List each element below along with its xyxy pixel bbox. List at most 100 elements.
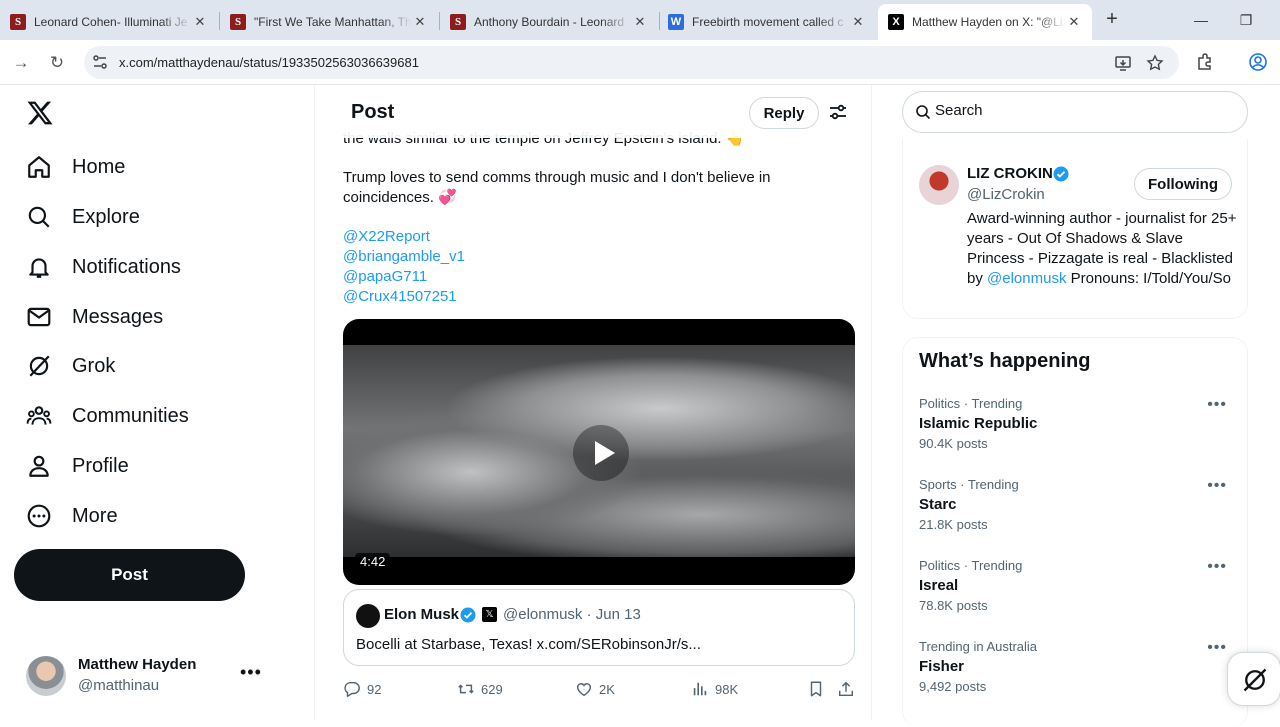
profile-icon[interactable] — [1248, 52, 1268, 72]
bookmark-star-icon[interactable] — [1146, 54, 1164, 72]
communities-icon — [26, 406, 52, 425]
trend-item[interactable]: Trending in Australia Fisher 9,492 posts… — [919, 639, 1235, 703]
tab-close-icon[interactable]: ✕ — [412, 14, 428, 30]
repost-action[interactable]: 629 — [457, 679, 503, 699]
trend-name: Islamic Republic — [919, 415, 1038, 432]
grok-floating-button[interactable] — [1227, 652, 1280, 706]
share-icon — [838, 681, 854, 697]
restore-button[interactable]: ❐ — [1231, 8, 1261, 32]
play-icon[interactable] — [573, 425, 629, 481]
search-input[interactable] — [935, 102, 1225, 119]
trend-posts: 90.4K posts — [919, 436, 988, 451]
nav-profile[interactable]: Profile — [26, 446, 129, 486]
author-profile-card: LIZ CROKIN @LizCrokin Following Award-wi… — [902, 139, 1248, 319]
nav-messages[interactable]: Messages — [26, 297, 163, 337]
profile-handle[interactable]: @LizCrokin — [967, 186, 1045, 203]
avatar — [26, 656, 66, 696]
forward-icon[interactable]: → — [10, 52, 32, 74]
mention-link[interactable]: @briangamble_v1 — [343, 248, 465, 265]
site-favicon-icon: W — [668, 14, 684, 30]
more-dots-icon[interactable]: ••• — [1207, 477, 1227, 495]
quoted-author-name: Elon Musk — [384, 606, 460, 623]
quoted-post-text: Bocelli at Starbase, Texas! x.com/SERobi… — [356, 636, 701, 653]
trend-item[interactable]: Sports · Trending Starc 21.8K posts ••• — [919, 477, 1235, 541]
like-action[interactable]: 2K — [575, 679, 615, 699]
mention-link[interactable]: @X22Report — [343, 228, 430, 245]
nav-more[interactable]: More — [26, 496, 118, 536]
nav-notifications[interactable]: Notifications — [26, 247, 181, 287]
account-switcher[interactable]: Matthew Hayden @matthinau ••• — [26, 656, 266, 696]
site-info-icon[interactable] — [92, 54, 108, 70]
share-action[interactable] — [837, 679, 861, 699]
tab-close-icon[interactable]: ✕ — [632, 14, 648, 30]
page-title: Post — [351, 101, 395, 123]
post-button[interactable]: Post — [14, 549, 245, 601]
verified-badge-icon — [1053, 166, 1069, 182]
right-sidebar: LIZ CROKIN @LizCrokin Following Award-wi… — [872, 85, 1280, 727]
search-icon — [916, 105, 931, 120]
person-icon — [29, 455, 49, 477]
back-arrow-icon[interactable] — [314, 101, 317, 123]
more-dots-icon[interactable]: ••• — [1207, 396, 1227, 414]
address-bar[interactable]: x.com/matthaydenau/status/19335025630366… — [84, 46, 1179, 79]
repost-count: 629 — [481, 681, 503, 697]
trend-posts: 21.8K posts — [919, 517, 988, 532]
nav-label: Profile — [72, 454, 129, 477]
trend-context: Politics · Trending — [919, 558, 1023, 573]
reload-icon[interactable]: ↻ — [46, 52, 68, 74]
tab-close-icon[interactable]: ✕ — [850, 14, 866, 30]
video-duration: 4:42 — [355, 553, 391, 570]
browser-tab-active[interactable]: X Matthew Hayden on X: "@Liz ✕ — [878, 4, 1092, 40]
views-chart-icon — [693, 682, 707, 696]
tab-close-icon[interactable]: ✕ — [192, 14, 208, 30]
browser-tab-3[interactable]: S Anthony Bourdain - Leonard ✕ — [440, 4, 658, 40]
nav-grok[interactable]: Grok — [26, 346, 115, 386]
new-tab-button[interactable]: + — [1100, 8, 1124, 32]
browser-tab-2[interactable]: S "First We Take Manhattan, Th ✕ — [220, 4, 438, 40]
more-circle-icon — [27, 504, 51, 528]
install-app-icon[interactable] — [1114, 54, 1132, 72]
x-logo-icon[interactable] — [26, 99, 54, 127]
mention-link[interactable]: @papaG711 — [343, 268, 427, 285]
tab-close-icon[interactable]: ✕ — [1066, 14, 1082, 30]
search-icon — [28, 206, 50, 228]
extensions-icon[interactable] — [1195, 52, 1215, 72]
nav-explore[interactable]: Explore — [26, 197, 140, 237]
nav-home[interactable]: Home — [26, 147, 125, 187]
site-favicon-icon: S — [230, 14, 246, 30]
trend-item[interactable]: Politics · Trending Islamic Republic 90.… — [919, 396, 1235, 460]
bookmark-action[interactable] — [807, 679, 831, 699]
bio-mention-link[interactable]: @elonmusk — [987, 270, 1066, 287]
more-dots-icon[interactable]: ••• — [1207, 639, 1227, 657]
trend-context: Politics · Trending — [919, 396, 1023, 411]
more-dots-icon[interactable]: ••• — [1207, 558, 1227, 576]
search-box[interactable] — [902, 91, 1248, 133]
views-action[interactable]: 98K — [691, 679, 738, 699]
quoted-post[interactable]: Elon Musk 𝕏 @elonmusk · Jun 13 Bocelli a… — [343, 589, 855, 666]
trend-item[interactable]: Politics · Trending Isreal 78.8K posts •… — [919, 558, 1235, 622]
nav-label: Communities — [72, 404, 189, 427]
nav-communities[interactable]: Communities — [26, 396, 189, 436]
more-dots-icon[interactable]: ••• — [240, 662, 262, 683]
profile-name[interactable]: LIZ CROKIN — [967, 165, 1053, 182]
video-player[interactable]: 4:42 — [343, 319, 855, 585]
trend-name: Fisher — [919, 658, 965, 675]
nav-label: More — [72, 504, 118, 527]
heart-icon — [576, 683, 592, 697]
main-column: the walls similar to the temple on Jeffr… — [314, 85, 872, 720]
browser-tab-1[interactable]: S Leonard Cohen- Illuminati Je ✕ — [0, 4, 218, 40]
reply-action[interactable]: 92 — [343, 679, 381, 699]
x-favicon-icon: X — [888, 14, 904, 30]
reply-button[interactable]: Reply — [749, 97, 819, 129]
nav-label: Grok — [72, 354, 116, 377]
trend-name: Starc — [919, 496, 957, 513]
reply-settings-icon[interactable] — [828, 102, 848, 122]
mention-link[interactable]: @Crux41507251 — [343, 288, 457, 305]
minimize-button[interactable]: — — [1186, 8, 1216, 32]
following-button[interactable]: Following — [1134, 168, 1232, 200]
trends-title: What’s happening — [919, 350, 1091, 372]
browser-tab-4[interactable]: W Freebirth movement called c ✕ — [658, 4, 876, 40]
avatar[interactable] — [919, 165, 959, 205]
views-count: 98K — [715, 681, 739, 697]
trend-context: Trending in Australia — [919, 639, 1038, 654]
